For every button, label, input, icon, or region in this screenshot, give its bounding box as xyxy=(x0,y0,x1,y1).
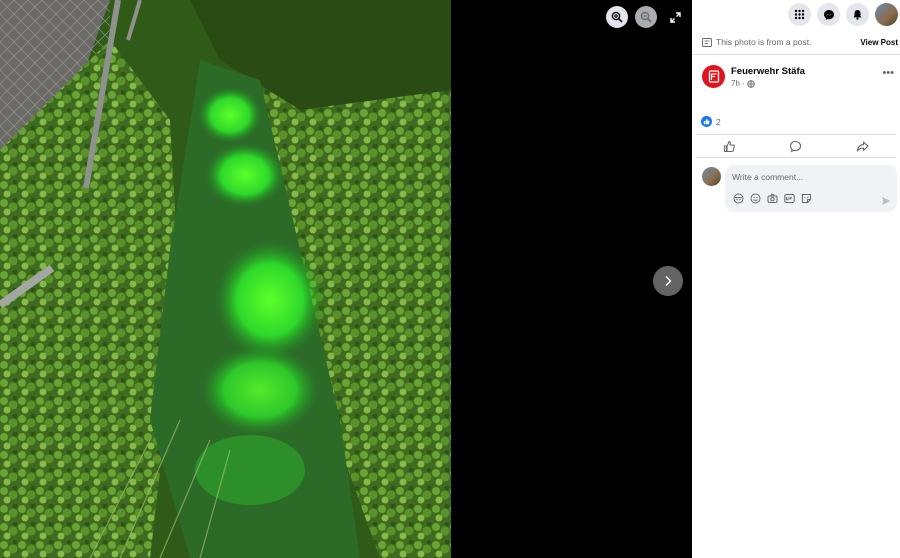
menu-button[interactable] xyxy=(788,3,811,26)
comment-icon xyxy=(790,140,802,153)
bell-icon xyxy=(853,10,862,20)
chevron-right-icon xyxy=(665,276,672,286)
fullscreen-button[interactable] xyxy=(664,6,686,28)
send-comment-button[interactable] xyxy=(881,193,891,211)
page-name[interactable]: Feuerwehr Stäfa xyxy=(731,66,805,77)
zoom-in-icon xyxy=(611,11,623,23)
messenger-button[interactable] xyxy=(817,3,840,26)
share-button[interactable] xyxy=(843,137,883,155)
globe-icon xyxy=(746,79,755,88)
view-post-link[interactable]: View Post xyxy=(860,38,898,47)
reactions-summary[interactable]: 2 xyxy=(701,116,721,127)
avatar-sticker-button[interactable] xyxy=(732,192,744,204)
emoji-button[interactable] xyxy=(749,192,761,204)
zoom-in-button[interactable] xyxy=(606,6,628,28)
top-bar xyxy=(692,0,900,30)
post-notice: This photo is from a post. View Post xyxy=(692,30,900,55)
notice-text: This photo is from a post. xyxy=(716,37,812,47)
messenger-icon xyxy=(823,9,834,20)
account-avatar[interactable] xyxy=(875,3,898,26)
photo-button[interactable] xyxy=(766,192,778,204)
notifications-button[interactable] xyxy=(846,3,869,26)
like-icon xyxy=(701,116,712,127)
camera-icon xyxy=(767,193,777,203)
gif-icon xyxy=(783,193,795,203)
post-actions xyxy=(696,134,896,158)
comment-composer xyxy=(725,165,897,212)
post-sidebar: This photo is from a post. View Post Feu… xyxy=(692,0,900,558)
post-header: Feuerwehr Stäfa 7h · ••• xyxy=(692,55,900,105)
sticker-button[interactable] xyxy=(800,192,812,204)
sticker-icon xyxy=(801,193,811,203)
post-time[interactable]: 7h xyxy=(731,79,740,88)
post-photo[interactable] xyxy=(0,0,451,558)
post-meta: 7h · xyxy=(731,79,755,88)
comment-button[interactable] xyxy=(776,137,816,155)
page-logo[interactable] xyxy=(702,65,725,88)
more-options-button[interactable]: ••• xyxy=(882,67,894,79)
firebrigade-logo-icon xyxy=(708,70,719,83)
photo-viewer xyxy=(0,0,692,558)
comment-tools xyxy=(732,192,812,204)
like-button[interactable] xyxy=(709,137,749,155)
expand-icon xyxy=(669,11,681,23)
gif-button[interactable] xyxy=(783,192,795,204)
share-icon xyxy=(856,140,869,152)
next-photo-button[interactable] xyxy=(653,266,683,296)
menu-grid-icon xyxy=(794,9,805,20)
emoji-icon xyxy=(750,193,760,203)
send-icon xyxy=(882,197,891,205)
zoom-out-icon xyxy=(640,11,652,23)
comment-input[interactable] xyxy=(732,170,882,184)
thumbs-up-icon xyxy=(723,140,735,152)
commenter-avatar[interactable] xyxy=(702,167,721,186)
post-icon xyxy=(702,37,712,47)
meta-separator: · xyxy=(741,79,745,88)
avatar-sticker-icon xyxy=(733,193,743,203)
reaction-count: 2 xyxy=(716,116,721,127)
zoom-out-button[interactable] xyxy=(635,6,657,28)
